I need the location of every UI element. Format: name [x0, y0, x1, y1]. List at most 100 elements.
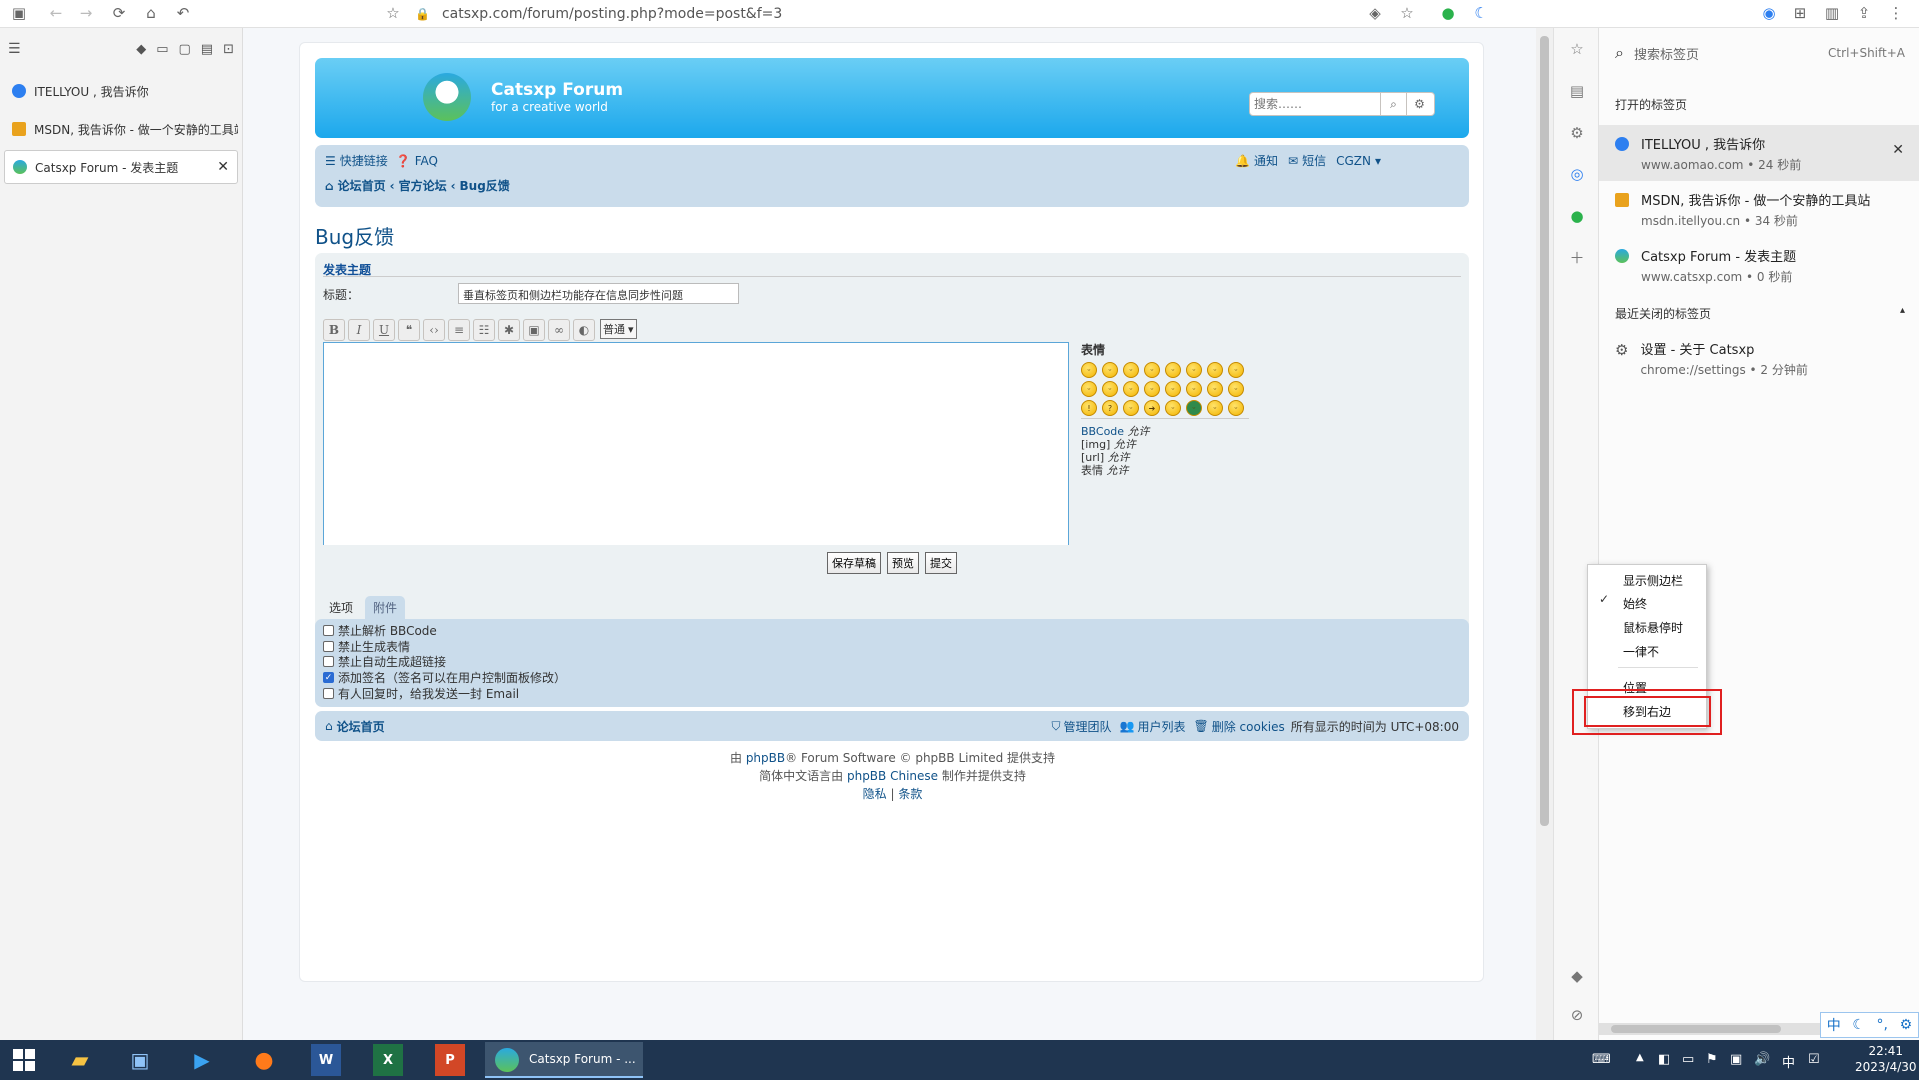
volume-icon[interactable]: 🔊	[1754, 1052, 1770, 1067]
catsxp-icon[interactable]: ●	[1566, 205, 1588, 227]
members-link[interactable]: 用户列表	[1137, 718, 1185, 735]
firefox-icon[interactable]: ●	[244, 1044, 284, 1076]
smile-icon[interactable]: ᵕ	[1081, 381, 1097, 397]
hide-icon[interactable]: ⊘	[1566, 1004, 1588, 1026]
smile-icon[interactable]: ➔	[1144, 400, 1160, 416]
shield-icon[interactable]: ◈	[1364, 2, 1386, 24]
color-icon[interactable]: ◐	[573, 319, 595, 341]
catsxp-icon[interactable]: ●	[1437, 2, 1459, 24]
team-link[interactable]: 管理团队	[1064, 718, 1112, 735]
upload-icon[interactable]: ⇪	[1853, 2, 1875, 24]
settings-gear-icon[interactable]: ⚙	[1566, 122, 1588, 144]
smile-icon[interactable]: ᵕ	[1144, 362, 1160, 378]
sidebar-toggle-icon[interactable]: ▥	[1821, 2, 1843, 24]
user-menu[interactable]: CGZN	[1336, 154, 1371, 168]
ime-language[interactable]: 中	[1827, 1015, 1841, 1035]
moon-icon[interactable]: ☾	[1470, 2, 1492, 24]
powerpoint-icon[interactable]: P	[435, 1044, 465, 1076]
home-icon[interactable]: ⌂	[140, 2, 162, 24]
app-tray-icon[interactable]: ◧	[1658, 1052, 1670, 1067]
quote-icon[interactable]: ❝	[398, 319, 420, 341]
smile-icon[interactable]: ᵕ	[1144, 381, 1160, 397]
sidebar-tab-itellyou[interactable]: ITELLYOU , 我告诉你	[4, 74, 238, 108]
smile-icon[interactable]: ᵕ	[1165, 400, 1181, 416]
disable-smilies-checkbox[interactable]	[323, 640, 334, 652]
more-icon[interactable]: ⋮	[1885, 2, 1907, 24]
media-player-icon[interactable]: ▶	[182, 1044, 222, 1076]
smile-icon[interactable]: ᵕ	[1123, 362, 1139, 378]
ime-indicator[interactable]: 中	[1782, 1052, 1795, 1071]
disable-magic-url-checkbox[interactable]	[323, 656, 334, 668]
code-icon[interactable]: ‹›	[423, 319, 445, 341]
menu-item-always[interactable]: 始终	[1623, 595, 1647, 612]
layers-icon[interactable]: ◆	[136, 42, 146, 57]
recent-tab-item[interactable]: ⚙ 设置 - 关于 Catsxp chrome://settings • 2 分钟…	[1599, 330, 1919, 386]
word-icon[interactable]: W	[311, 1044, 341, 1076]
menu-item-on-hover[interactable]: 鼠标悬停时	[1623, 619, 1683, 636]
smile-icon[interactable]: ᵕ	[1081, 362, 1097, 378]
advanced-search-gear-icon[interactable]: ⚙	[1406, 93, 1432, 115]
tablet-icon[interactable]: ▭	[1682, 1052, 1694, 1067]
subject-input[interactable]: 垂直标签页和侧边栏功能存在信息同步性问题	[458, 283, 739, 304]
window-icon[interactable]: ▭	[156, 42, 168, 57]
smile-icon[interactable]: ᵕ	[1186, 400, 1202, 416]
breadcrumb-bug[interactable]: Bug反馈	[460, 177, 510, 194]
tab-attachments[interactable]: 附件	[365, 596, 406, 620]
smile-icon[interactable]: ᵕ	[1228, 362, 1244, 378]
terms-link[interactable]: 条款	[898, 787, 922, 801]
page-scrollbar[interactable]	[1536, 28, 1553, 1040]
disable-bbcode-checkbox[interactable]	[323, 625, 334, 637]
settings-gear-icon[interactable]: ⚙	[1900, 1017, 1913, 1033]
attach-signature-checkbox[interactable]: ✓	[323, 672, 334, 684]
smile-icon[interactable]: ᵕ	[1123, 381, 1139, 397]
flag-icon[interactable]: ⚑	[1706, 1052, 1718, 1067]
list-icon[interactable]: ≡	[448, 319, 470, 341]
reading-list-icon[interactable]: ▤	[1566, 80, 1588, 102]
link-icon[interactable]: ∞	[548, 319, 570, 341]
quick-links-link[interactable]: 快捷链接	[340, 152, 388, 169]
extension-icon[interactable]: ◉	[1758, 2, 1780, 24]
recent-header[interactable]: 最近关闭的标签页 ▴	[1615, 305, 1905, 322]
group-icon[interactable]: ▤	[201, 42, 213, 57]
menu-icon[interactable]: ▣	[8, 2, 30, 24]
smile-icon[interactable]: !	[1081, 400, 1097, 416]
smile-icon[interactable]: ᵕ	[1228, 400, 1244, 416]
image-icon[interactable]: ▣	[523, 319, 545, 341]
taskbar-active-window[interactable]: Catsxp Forum - ...	[485, 1042, 643, 1078]
smile-icon[interactable]: ᵕ	[1123, 400, 1139, 416]
file-explorer-icon[interactable]: ▰	[60, 1044, 100, 1076]
privacy-link[interactable]: 隐私	[863, 787, 887, 801]
preview-button[interactable]: 预览	[887, 552, 919, 574]
back-icon[interactable]: ←	[45, 2, 67, 24]
network-icon[interactable]: ▣	[1730, 1052, 1742, 1067]
footer-home-link[interactable]: 论坛首页	[337, 718, 385, 735]
grid-icon[interactable]: ⊞	[1789, 2, 1811, 24]
smile-icon[interactable]: ?	[1102, 400, 1118, 416]
page-title[interactable]: Bug反馈	[315, 221, 394, 250]
tab-search[interactable]: ⌕ 搜索标签页 Ctrl+Shift+A	[1615, 40, 1905, 66]
smile-icon[interactable]: ᵕ	[1207, 362, 1223, 378]
search-icon[interactable]: ⌕	[1380, 93, 1406, 115]
smile-icon[interactable]: ᵕ	[1102, 381, 1118, 397]
save-draft-button[interactable]: 保存草稿	[827, 552, 881, 574]
phpbb-chinese-link[interactable]: phpBB Chinese	[847, 769, 938, 783]
list-icon[interactable]: ☰	[8, 41, 21, 57]
address-bar[interactable]: 🔒 catsxp.com/forum/posting.php?mode=post…	[415, 2, 1495, 26]
star-icon[interactable]: ☆	[1396, 2, 1418, 24]
smile-icon[interactable]: ᵕ	[1186, 362, 1202, 378]
tabs-panel-icon[interactable]: ◎	[1566, 163, 1588, 185]
bookmark-star-icon[interactable]: ☆	[1566, 38, 1588, 60]
message-textarea[interactable]	[323, 342, 1069, 568]
clock[interactable]: 22:41 2023/4/30	[1855, 1043, 1917, 1075]
messages-link[interactable]: 短信	[1302, 152, 1326, 169]
bookmark-star-icon[interactable]: ☆	[382, 2, 404, 24]
smile-icon[interactable]: ᵕ	[1102, 362, 1118, 378]
forward-icon[interactable]: →	[75, 2, 97, 24]
smile-icon[interactable]: ᵕ	[1207, 381, 1223, 397]
breadcrumb-official[interactable]: 官方论坛	[399, 177, 447, 194]
faq-link[interactable]: FAQ	[415, 154, 438, 168]
ordered-list-icon[interactable]: ☷	[473, 319, 495, 341]
site-logo-icon[interactable]	[423, 73, 471, 121]
sidebar-tab-msdn[interactable]: MSDN, 我告诉你 - 做一个安静的工具站	[4, 112, 238, 146]
notify-reply-checkbox[interactable]	[323, 687, 334, 699]
